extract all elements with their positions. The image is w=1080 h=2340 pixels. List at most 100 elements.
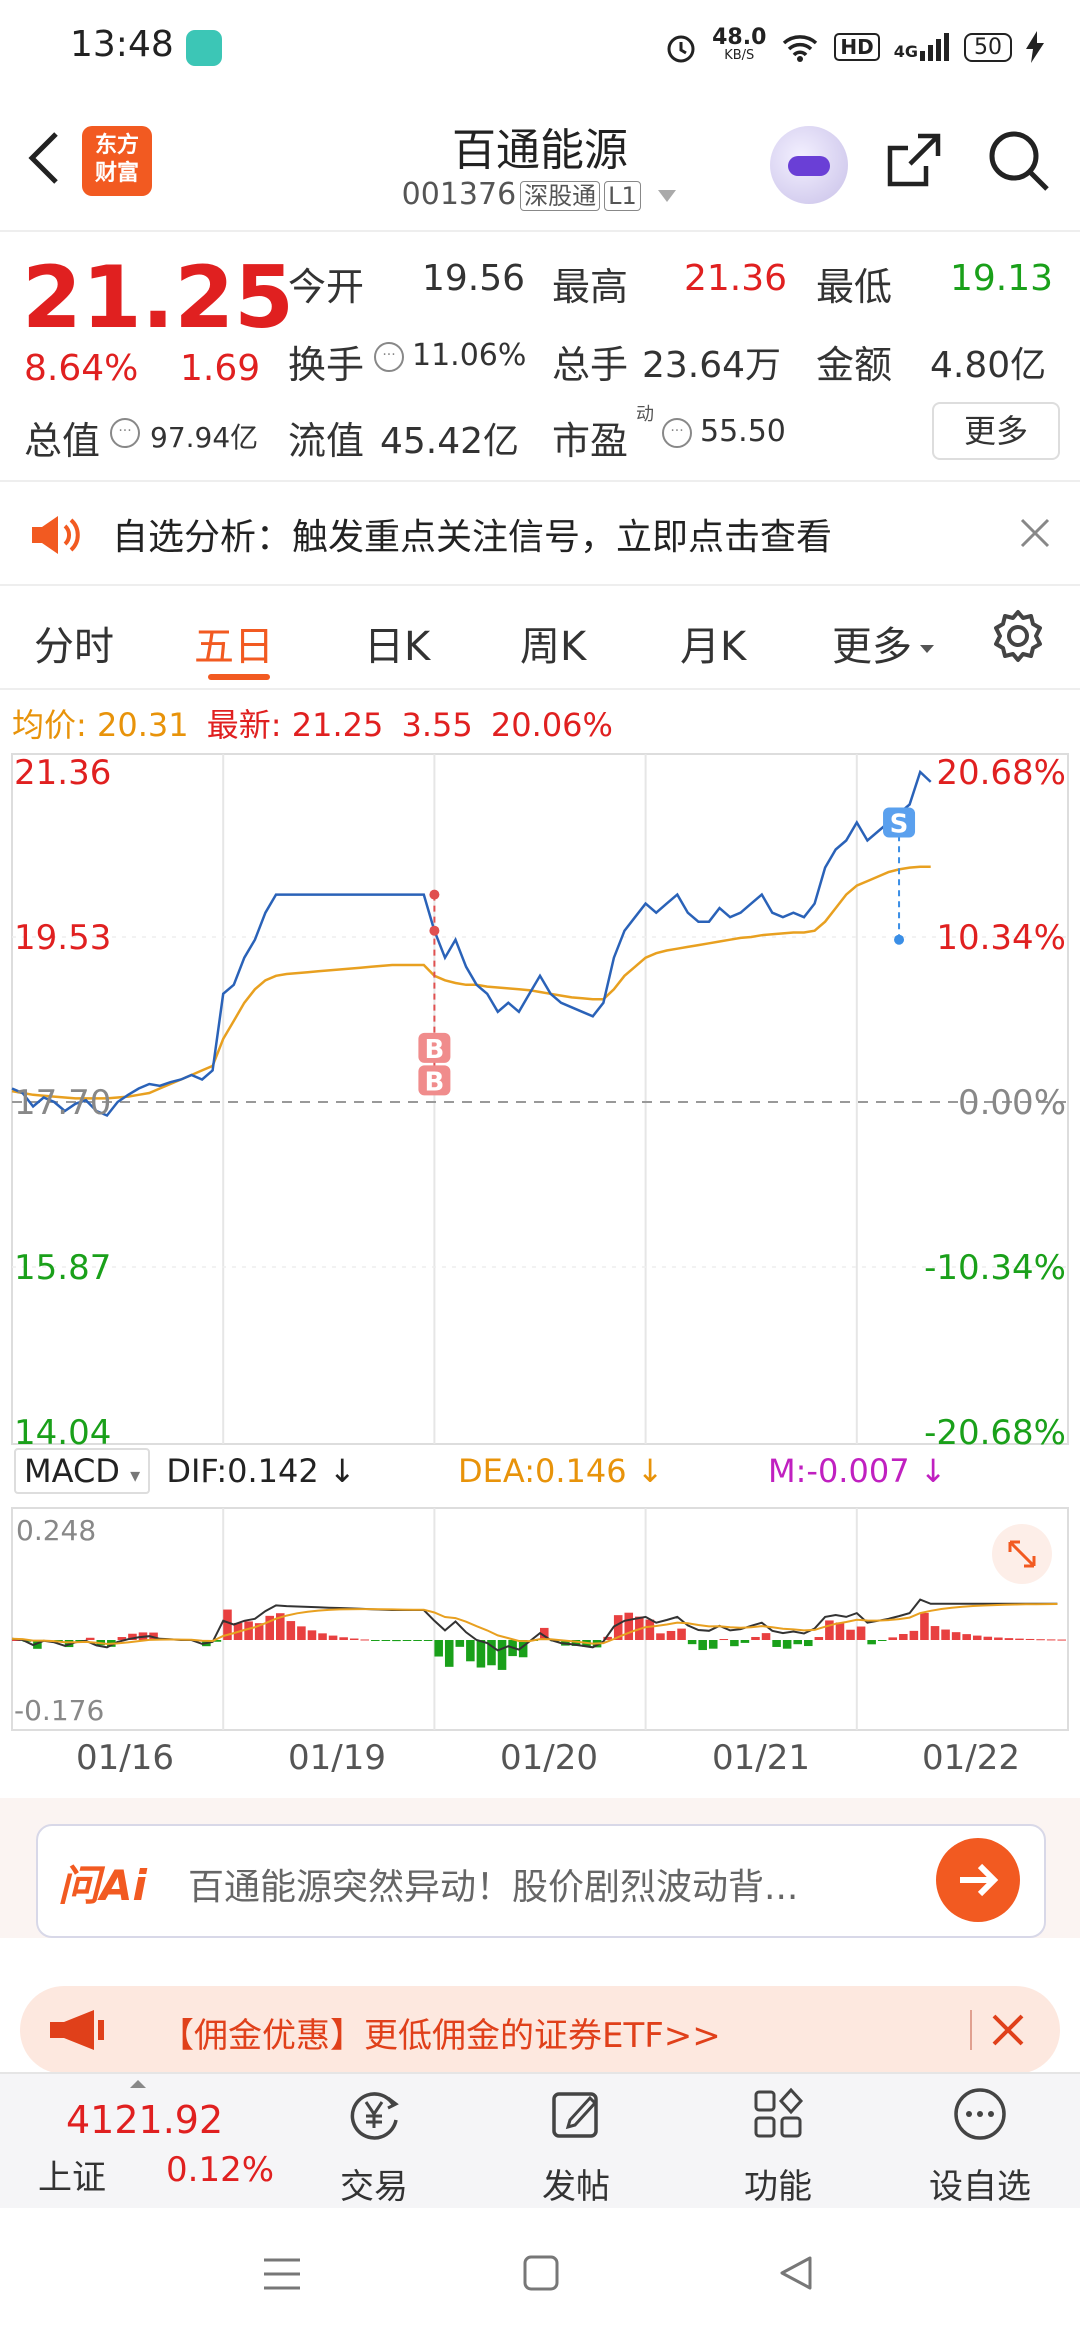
turnover-value: 11.06% <box>412 338 527 373</box>
indicator-select[interactable]: MACD ▾ <box>14 1448 151 1494</box>
stock-code-row[interactable]: 001376 深股通 L1 <box>340 176 740 212</box>
trade-point <box>894 934 905 945</box>
market-cap-info-icon[interactable]: ··· <box>110 418 140 448</box>
status-bar: 13:48 48.0 KB/S HD 4G 50 <box>0 0 1080 96</box>
macd-bar <box>972 1635 982 1640</box>
macd-bar <box>994 1637 1003 1640</box>
ai-logo: 问Ai <box>58 1861 147 1910</box>
promo-banner[interactable]: 【佣金优惠】更低佣金的证券ETF>> <box>20 1986 1060 2074</box>
menu-icon[interactable] <box>262 2256 302 2292</box>
dif-line <box>11 1598 1058 1652</box>
tab-intraday[interactable]: 分时 <box>34 614 114 672</box>
macd-legend: MACD ▾ DIF:0.142 ↓ DEA:0.146 ↓ M:-0.007 … <box>14 1448 947 1494</box>
pe-info-icon[interactable]: ··· <box>662 418 692 448</box>
macd-bar <box>297 1626 306 1640</box>
tab-monthly-k[interactable]: 月K <box>680 614 746 672</box>
divider <box>970 2010 972 2050</box>
ai-prompt-text[interactable]: 百通能源突然异动！股价剧烈波动背... <box>188 1858 798 1910</box>
turnover-label: 换手 <box>288 343 365 387</box>
eastmoney-logo: 东方 财富 <box>82 126 152 196</box>
alarm-icon <box>667 35 695 63</box>
macd-bar <box>455 1640 465 1647</box>
buy-marker[interactable]: B <box>418 1032 451 1065</box>
macd-bar <box>920 1612 929 1640</box>
tab-weekly-k[interactable]: 周K <box>520 614 586 672</box>
caret-down-icon <box>920 645 934 653</box>
volume-label: 总手 <box>552 343 629 387</box>
macd-bar <box>307 1630 317 1640</box>
nav-add-watchlist[interactable]: 设自选 <box>920 2084 1040 2208</box>
macd-bar <box>1057 1639 1066 1641</box>
hd-badge: HD <box>834 33 880 61</box>
macd-bar <box>793 1640 802 1645</box>
y-left-tick: 15.87 <box>14 1248 111 1288</box>
sell-marker[interactable]: S <box>883 807 916 839</box>
amount-label: 金额 <box>816 343 893 387</box>
low-value: 19.13 <box>950 258 1054 299</box>
search-icon[interactable] <box>986 128 1052 194</box>
low-label: 最低 <box>816 265 893 309</box>
index-value[interactable]: 4121.92 <box>66 2098 223 2142</box>
macd-bar <box>687 1640 697 1645</box>
macd-bar <box>413 1640 422 1641</box>
y-right-tick: -20.68% <box>924 1413 1066 1450</box>
back-nav-icon[interactable] <box>778 2254 814 2292</box>
svg-text:B: B <box>424 1035 444 1065</box>
yen-circle-icon <box>350 2092 399 2140</box>
caret-up-icon <box>130 2080 146 2088</box>
buy-marker[interactable]: B <box>418 1065 451 1097</box>
speaker-icon <box>32 516 80 554</box>
macd-bar <box>244 1621 253 1640</box>
avg-label: 均价: <box>12 706 87 744</box>
latest-change: 3.55 <box>401 706 473 744</box>
alert-text: 自选分析：触发重点关注信号，立即点击查看 <box>112 517 833 558</box>
home-icon[interactable] <box>522 2254 560 2292</box>
macd-bar <box>328 1635 338 1640</box>
macd-bar <box>1004 1638 1014 1640</box>
y-left-tick: 19.53 <box>14 918 111 958</box>
nav-post[interactable]: 发帖 <box>516 2084 636 2208</box>
close-icon[interactable] <box>988 2010 1028 2050</box>
turnover-info-icon[interactable]: ··· <box>374 342 404 372</box>
more-button[interactable]: 更多 <box>932 402 1060 460</box>
active-tab-indicator <box>208 674 270 680</box>
five-day-price-chart[interactable]: 21.36 20.68% 19.53 10.34% 17.70 0.00% 15.87 -10… <box>0 750 1080 1450</box>
status-time: 13:48 <box>70 24 174 65</box>
change-percent: 8.64% <box>24 348 139 389</box>
share-icon[interactable] <box>882 130 944 192</box>
macd-bar <box>909 1630 919 1640</box>
analysis-alert-banner[interactable]: 自选分析：触发重点关注信号，立即点击查看 <box>0 482 1080 586</box>
pe-label: 市盈 <box>552 419 629 463</box>
svg-text:S: S <box>890 809 909 839</box>
close-icon[interactable] <box>1018 516 1052 550</box>
market-cap-value: 97.94亿 <box>150 421 259 454</box>
ai-assistant-avatar[interactable] <box>770 126 848 204</box>
stock-name: 百通能源 <box>452 125 628 176</box>
wifi-icon <box>783 35 818 62</box>
pe-value: 55.50 <box>700 414 786 449</box>
arrow-right-icon[interactable] <box>936 1838 1020 1922</box>
battery-indicator: 50 <box>964 32 1012 62</box>
macd-bar <box>339 1637 348 1640</box>
stock-header: 东方 财富 百通能源 001376 深股通 L1 <box>0 96 1080 232</box>
y-right-tick: -10.34% <box>924 1248 1066 1288</box>
settings-gear-icon[interactable] <box>990 608 1046 664</box>
tab-more[interactable]: 更多 <box>832 614 936 672</box>
macd-bar <box>782 1640 792 1649</box>
macd-chart[interactable]: 0.248 -0.176 <box>0 1506 1080 1734</box>
back-icon[interactable] <box>24 128 64 188</box>
more-circle-icon <box>954 2088 1006 2140</box>
macd-bar <box>497 1640 507 1670</box>
tab-five-day[interactable]: 五日 <box>194 614 274 672</box>
macd-bar <box>392 1640 401 1642</box>
expand-icon[interactable] <box>992 1524 1052 1584</box>
system-nav-bar <box>0 2208 1080 2340</box>
m-value: M:-0.007 ↓ <box>768 1452 947 1490</box>
edit-icon <box>552 2092 598 2138</box>
tab-daily-k[interactable]: 日K <box>364 614 430 672</box>
nav-functions[interactable]: 功能 <box>718 2084 838 2208</box>
high-label: 最高 <box>552 265 629 309</box>
nav-trade[interactable]: 交易 <box>314 2084 434 2208</box>
avg-price-line <box>11 865 931 1100</box>
net-speed: 48.0 KB/S <box>712 25 767 64</box>
